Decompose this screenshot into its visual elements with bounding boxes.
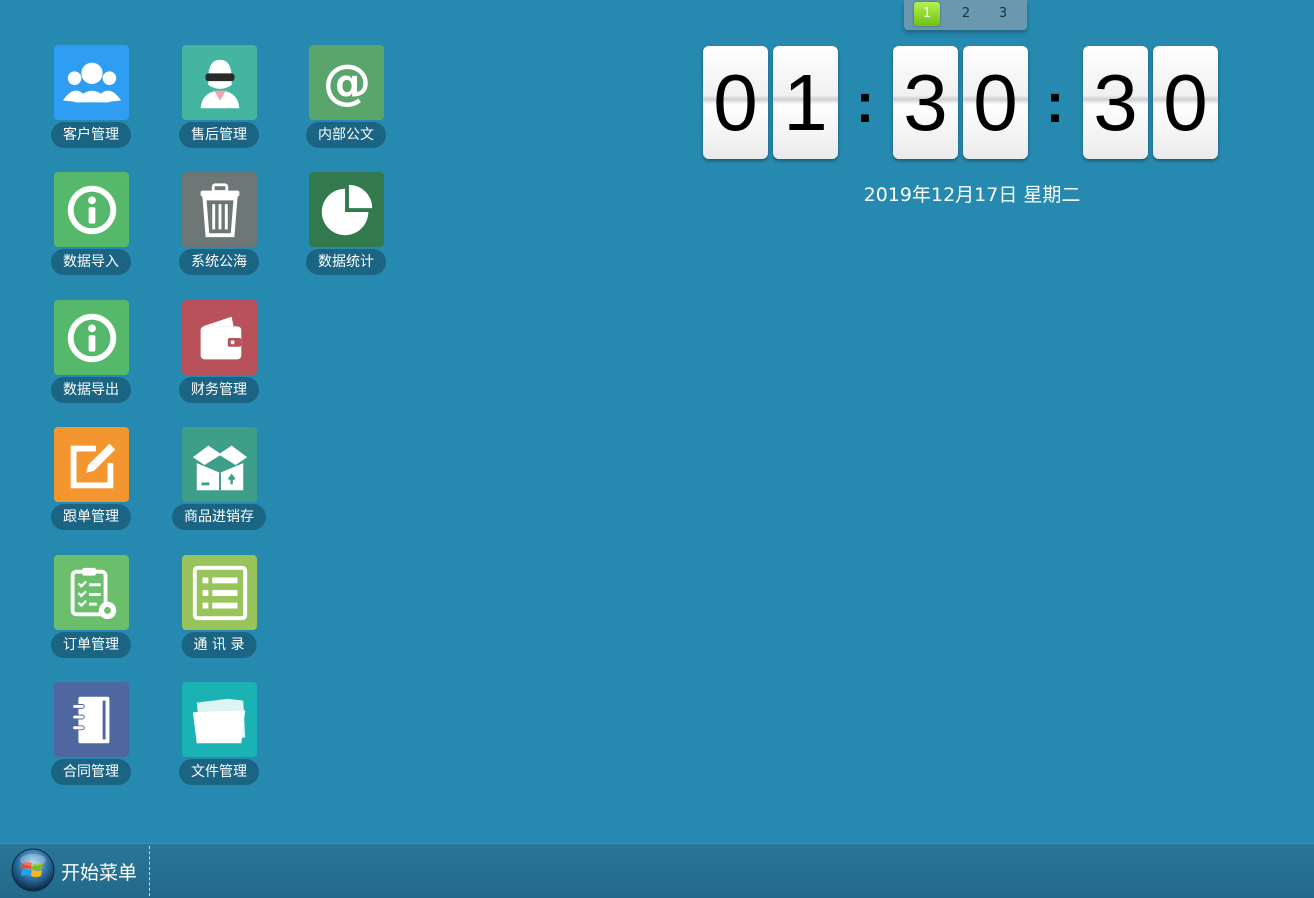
minute-tens-digit: 3	[893, 46, 958, 159]
page-3-button[interactable]: 3	[990, 2, 1016, 26]
page-1-button[interactable]: 1	[914, 2, 940, 26]
hour-ones-digit: 1	[773, 46, 838, 159]
app-label: 售后管理	[179, 122, 259, 148]
notebook-icon	[54, 682, 129, 757]
app-orders[interactable]: 订单管理	[46, 555, 136, 665]
app-data-export[interactable]: 数据导出	[46, 300, 136, 410]
app-label: 订单管理	[51, 632, 131, 658]
checklist-icon	[54, 555, 129, 630]
app-finance[interactable]: 财务管理	[174, 300, 264, 410]
app-label: 客户管理	[51, 122, 131, 148]
users-icon	[54, 45, 129, 120]
second-ones-digit: 0	[1153, 46, 1218, 159]
box-icon	[182, 427, 257, 502]
app-contracts[interactable]: 合同管理	[46, 682, 136, 792]
page-2-button[interactable]: 2	[953, 2, 979, 26]
pie-chart-icon	[309, 172, 384, 247]
trash-icon	[182, 172, 257, 247]
app-label: 数据导出	[51, 377, 131, 403]
app-label: 合同管理	[51, 759, 131, 785]
svg-text:@: @	[322, 54, 370, 110]
info-icon	[54, 300, 129, 375]
app-data-import[interactable]: 数据导入	[46, 172, 136, 282]
desktop-pager: 1 2 3	[904, 0, 1027, 30]
folder-icon	[182, 682, 257, 757]
app-label: 文件管理	[179, 759, 259, 785]
second-tens-digit: 3	[1083, 46, 1148, 159]
at-sign-icon: @	[309, 45, 384, 120]
date-display: 2019年12月17日 星期二	[863, 184, 1081, 206]
app-files[interactable]: 文件管理	[174, 682, 264, 792]
app-inventory[interactable]: 商品进销存	[172, 427, 266, 537]
taskbar: 开始菜单	[0, 843, 1314, 898]
app-label: 数据统计	[306, 249, 386, 275]
clock-separator: :	[855, 71, 875, 134]
list-icon	[182, 555, 257, 630]
app-label: 系统公海	[179, 249, 259, 275]
support-agent-icon	[182, 45, 257, 120]
wallet-icon	[182, 300, 257, 375]
app-label: 商品进销存	[172, 504, 266, 530]
app-statistics[interactable]: 数据统计	[301, 172, 391, 282]
app-contacts[interactable]: 通 讯 录	[174, 555, 264, 665]
app-label: 财务管理	[179, 377, 259, 403]
clock-separator: :	[1045, 71, 1065, 134]
minute-ones-digit: 0	[963, 46, 1028, 159]
app-label: 数据导入	[51, 249, 131, 275]
app-followup[interactable]: 跟单管理	[46, 427, 136, 537]
edit-icon	[54, 427, 129, 502]
app-internal-docs[interactable]: @ 内部公文	[301, 45, 391, 155]
info-icon	[54, 172, 129, 247]
app-label: 内部公文	[306, 122, 386, 148]
start-menu-button[interactable]: 开始菜单	[61, 858, 137, 885]
app-label: 跟单管理	[51, 504, 131, 530]
app-label: 通 讯 录	[181, 632, 257, 658]
app-customer[interactable]: 客户管理	[46, 45, 136, 155]
app-recycle[interactable]: 系统公海	[174, 172, 264, 282]
app-aftersales[interactable]: 售后管理	[174, 45, 264, 155]
hour-tens-digit: 0	[703, 46, 768, 159]
windows-orb-icon[interactable]	[11, 848, 55, 892]
taskbar-divider	[149, 846, 150, 896]
